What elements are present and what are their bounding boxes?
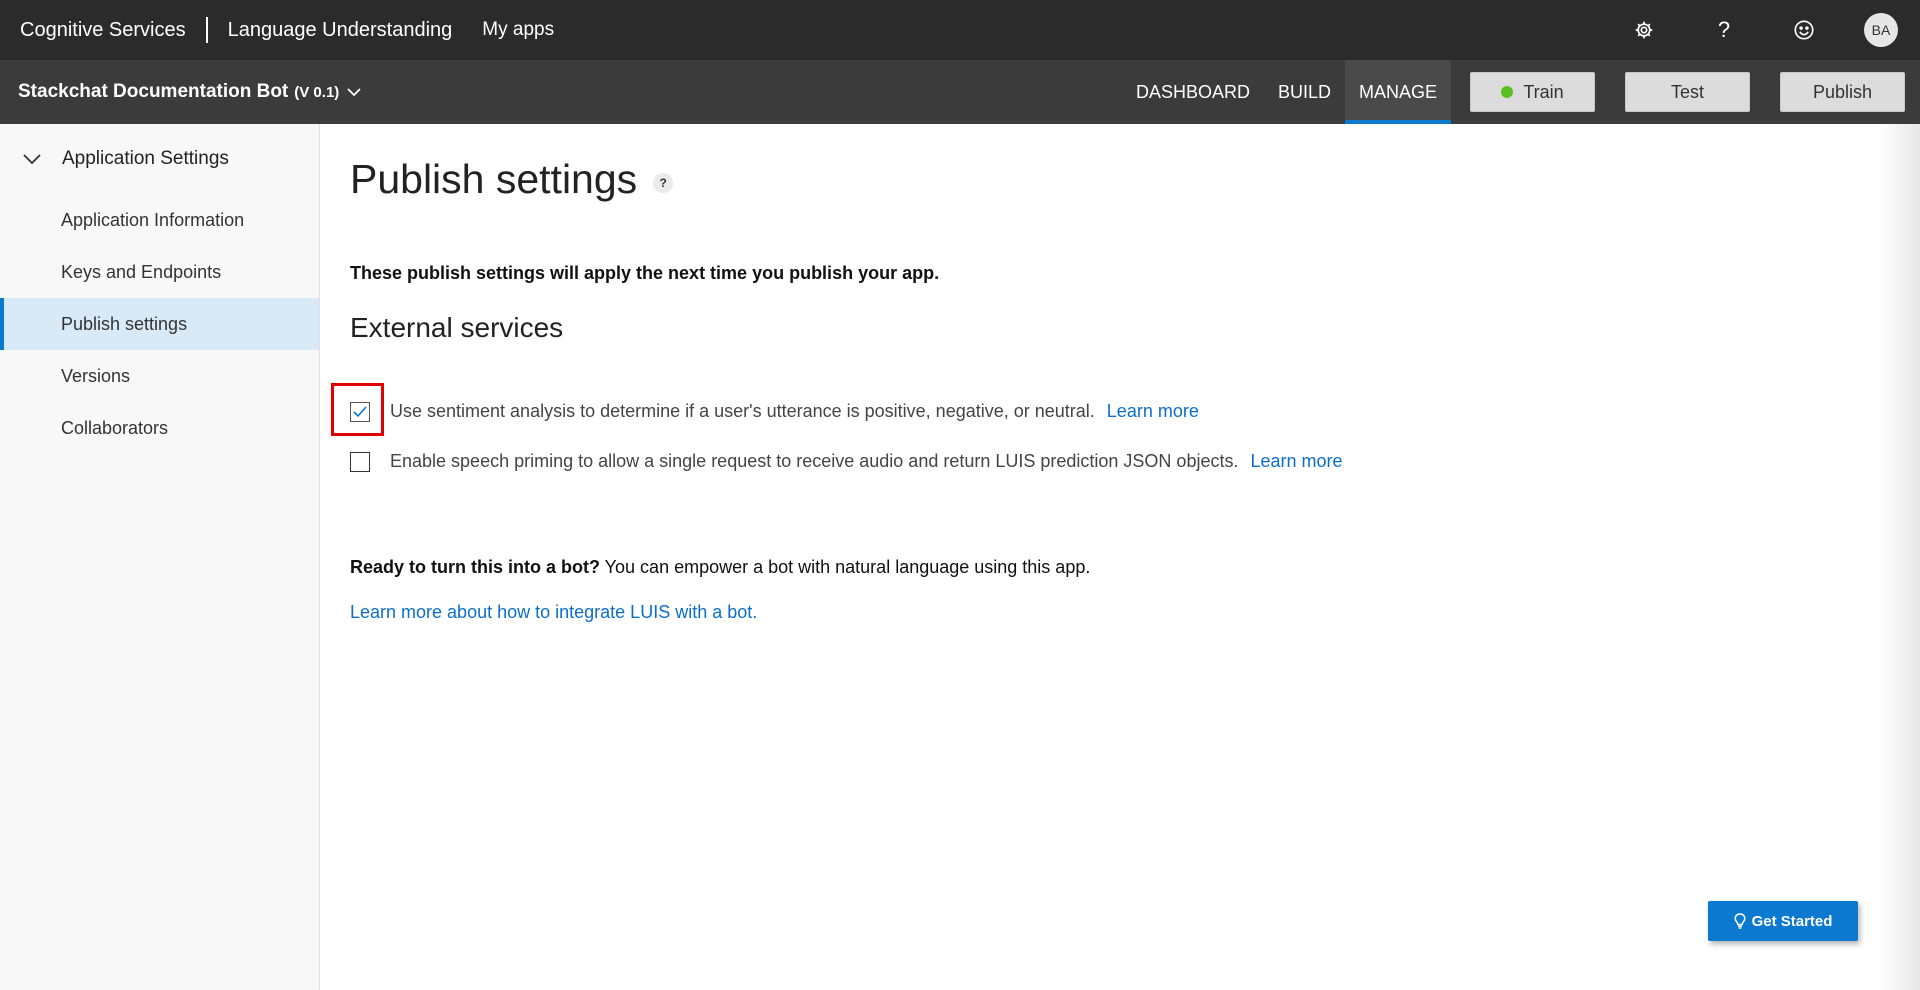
sidebar-header-application-settings[interactable]: Application Settings (0, 124, 319, 194)
help-icon[interactable]: ? (653, 172, 674, 193)
help-icon[interactable]: ? (1704, 10, 1744, 50)
tab-build[interactable]: BUILD (1264, 60, 1345, 124)
get-started-label: Get Started (1751, 912, 1833, 930)
bot-prompt: Ready to turn this into a bot? You can e… (350, 557, 1090, 578)
top-icons: ? BA (1584, 0, 1898, 60)
tab-manage[interactable]: MANAGE (1345, 60, 1452, 124)
chevron-down-icon (23, 154, 41, 165)
section-title-external-services: External services (350, 312, 564, 343)
main-content: Publish settings ? These publish setting… (331, 124, 1890, 622)
speech-learn-more-link[interactable]: Learn more (1250, 451, 1342, 472)
product-name[interactable]: Language Understanding (228, 19, 453, 42)
sidebar-item-keys-and-endpoints[interactable]: Keys and Endpoints (0, 246, 319, 298)
highlight-box (331, 382, 384, 436)
option-speech-priming: Enable speech priming to allow a single … (350, 451, 1343, 472)
intro-text: These publish settings will apply the ne… (350, 263, 940, 283)
tab-dashboard[interactable]: DASHBOARD (1122, 60, 1264, 124)
train-label: Train (1523, 81, 1564, 102)
smiley-icon[interactable] (1784, 10, 1824, 50)
get-started-button[interactable]: Get Started (1708, 901, 1858, 941)
train-status-dot (1501, 86, 1514, 98)
option-sentiment-analysis: Use sentiment analysis to determine if a… (331, 382, 1199, 436)
speech-priming-label: Enable speech priming to allow a single … (390, 451, 1239, 471)
sidebar-header-label: Application Settings (62, 148, 229, 169)
publish-button[interactable]: Publish (1780, 72, 1905, 112)
integrate-luis-link[interactable]: Learn more about how to integrate LUIS w… (350, 602, 757, 623)
chevron-down-icon[interactable] (347, 84, 363, 100)
sentiment-analysis-label: Use sentiment analysis to determine if a… (390, 401, 1095, 421)
main-nav: DASHBOARD BUILD MANAGE (1122, 60, 1452, 124)
top-bar: Cognitive Services Language Understandin… (0, 0, 1920, 60)
my-apps-link[interactable]: My apps (482, 19, 554, 41)
lightbulb-icon (1734, 913, 1746, 929)
bot-prompt-bold: Ready to turn this into a bot? (350, 557, 600, 577)
app-version[interactable]: (V 0.1) (294, 84, 339, 101)
brand-divider (205, 17, 208, 43)
sidebar-item-application-information[interactable]: Application Information (0, 194, 319, 246)
test-button[interactable]: Test (1625, 72, 1750, 112)
train-button[interactable]: Train (1470, 72, 1595, 112)
sidebar-item-collaborators[interactable]: Collaborators (0, 402, 319, 454)
title-row: Publish settings ? (350, 156, 1890, 203)
gear-icon[interactable] (1624, 10, 1664, 50)
sidebar: Application Settings Application Informa… (0, 124, 320, 990)
app-name[interactable]: Stackchat Documentation Bot (18, 81, 288, 103)
app-bar: Stackchat Documentation Bot (V 0.1) DASH… (0, 60, 1920, 124)
sentiment-checkbox-wrap (331, 382, 384, 436)
speech-priming-checkbox[interactable] (350, 451, 370, 472)
sidebar-item-versions[interactable]: Versions (0, 350, 319, 402)
avatar[interactable]: BA (1864, 13, 1898, 47)
speech-checkbox-wrap (350, 451, 370, 472)
brand-link[interactable]: Cognitive Services (20, 19, 186, 42)
page-title: Publish settings (350, 156, 638, 202)
sentiment-learn-more-link[interactable]: Learn more (1107, 401, 1199, 422)
sidebar-item-publish-settings[interactable]: Publish settings (0, 298, 319, 350)
bot-prompt-rest: You can empower a bot with natural langu… (600, 557, 1091, 577)
